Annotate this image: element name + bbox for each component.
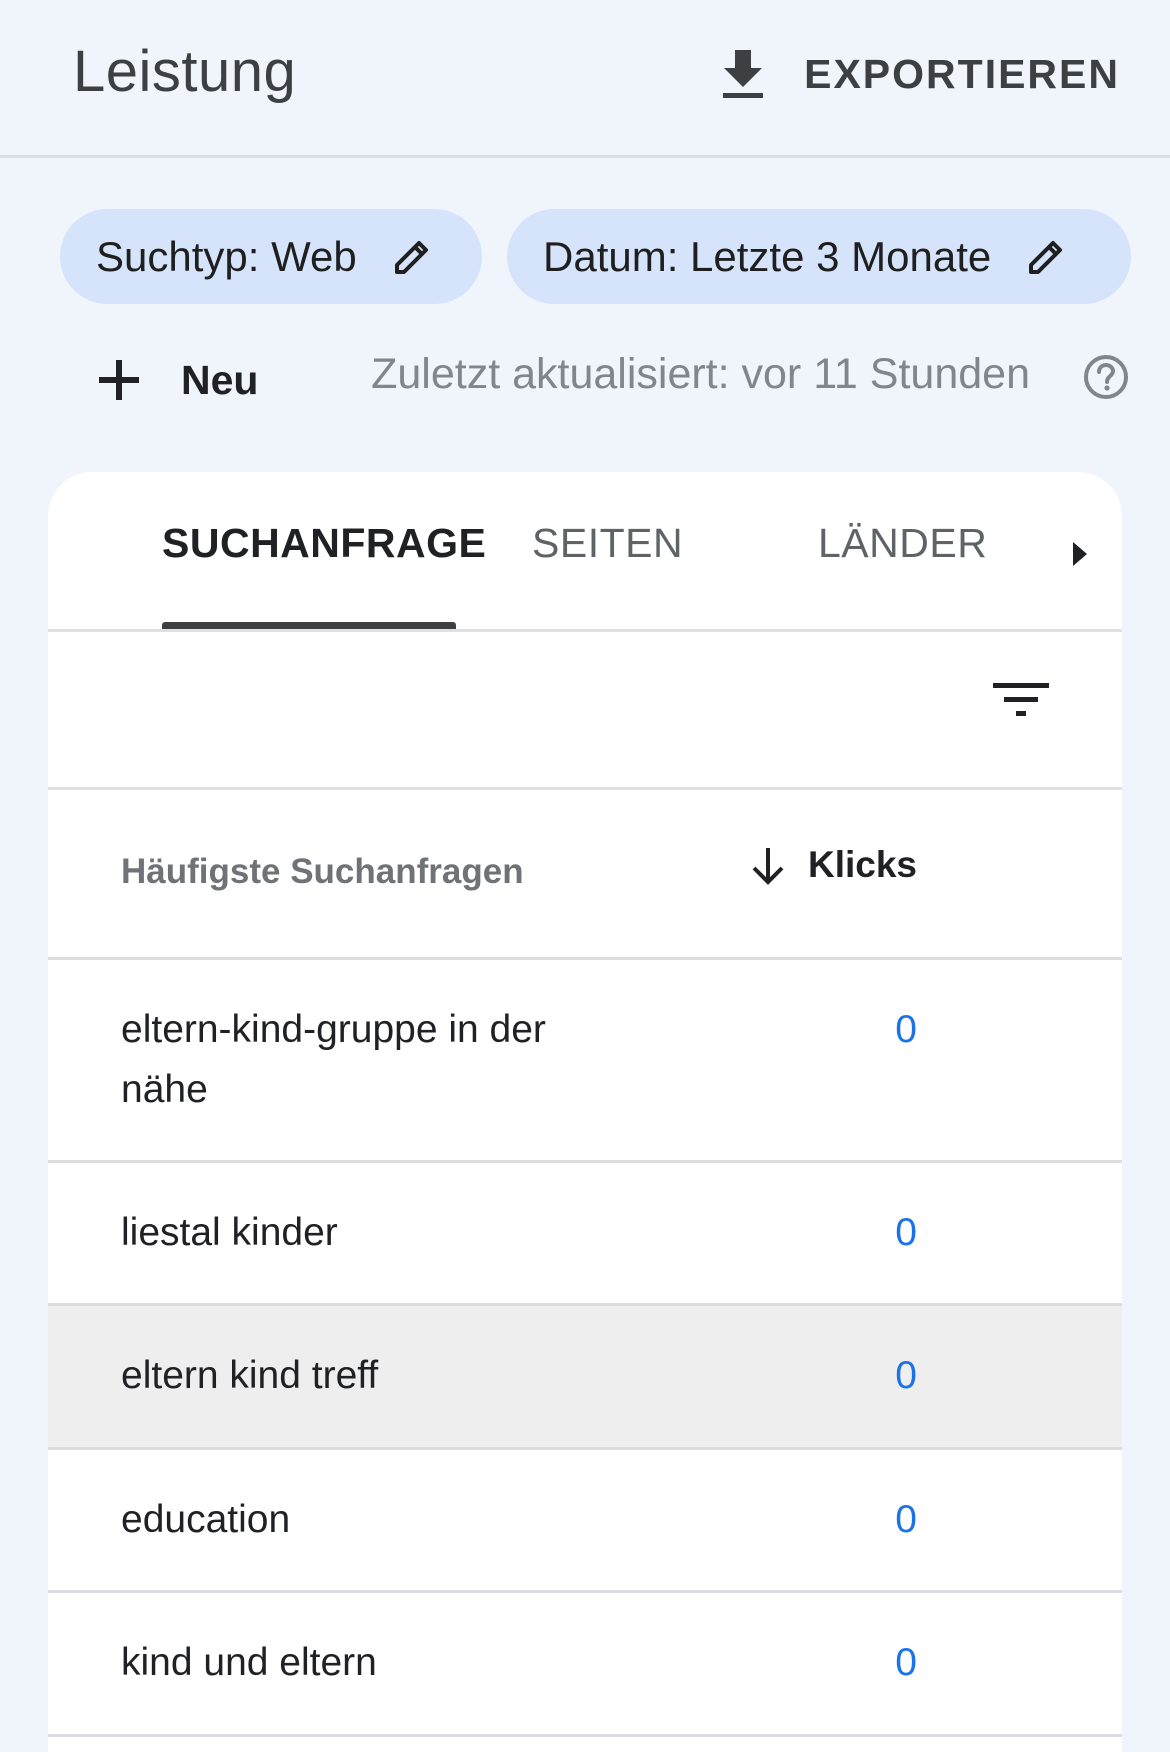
table-row[interactable]: education 0 [48,1450,1122,1593]
query-text: liestal kinder [121,1211,338,1254]
table-row[interactable]: kind und eltern 0 [48,1593,1122,1737]
page-title: Leistung [73,39,297,104]
last-updated-text: Zuletzt aktualisiert: vor 11 Stunden [371,350,1030,398]
clicks-value: 0 [895,1641,917,1684]
new-label: Neu [181,356,259,403]
query-text: eltern kind treff [121,1354,379,1397]
date-chip[interactable]: Datum: Letzte 3 Monate [507,209,1131,304]
top-app-bar: Leistung EXPORTIEREN [0,0,1170,158]
search-type-chip[interactable]: Suchtyp: Web [60,209,482,304]
tab-pages[interactable]: SEITEN [532,520,683,567]
filter-icon[interactable] [991,677,1051,727]
help-circle-icon[interactable] [1082,353,1130,401]
queries-column-header: Häufigste Suchanfragen [121,852,524,891]
pencil-icon [1025,236,1067,278]
table-row[interactable]: eltern-kind-gruppe in der nähe 0 [48,960,1122,1163]
arrow-down-icon [748,842,788,888]
tab-countries[interactable]: LÄNDER [818,520,987,567]
export-button[interactable]: EXPORTIEREN [718,42,1120,106]
query-text: eltern-kind-gruppe in der nähe [121,1008,546,1111]
table-header: Häufigste Suchanfragen Klicks [48,790,1122,960]
table-row[interactable]: liestal kinder 0 [48,1163,1122,1306]
clicks-value: 0 [895,1498,917,1541]
query-text: kind und eltern [121,1641,377,1684]
tab-bar: SUCHANFRAGE SEITEN LÄNDER [48,472,1122,632]
chevron-right-icon[interactable] [1065,529,1095,579]
tab-queries[interactable]: SUCHANFRAGE [162,520,486,567]
clicks-value: 0 [895,1211,917,1254]
download-icon [718,46,768,102]
table-row[interactable]: eltern kind treff 0 [48,1306,1122,1450]
date-label: Datum: Letzte 3 Monate [543,232,992,280]
clicks-label: Klicks [807,844,917,885]
clicks-value: 0 [895,1008,917,1051]
clicks-column-header[interactable]: Klicks [748,842,917,888]
search-type-label: Suchtyp: Web [96,232,357,280]
filter-bar [48,632,1122,790]
new-filter-button[interactable]: Neu [95,345,258,415]
export-label: EXPORTIEREN [804,50,1120,97]
results-card: SUCHANFRAGE SEITEN LÄNDER Häufigste Such… [48,472,1122,1752]
query-text: education [121,1498,291,1541]
pencil-icon [391,236,433,278]
clicks-value: 0 [895,1354,917,1397]
plus-icon [95,356,143,404]
active-tab-indicator [162,622,456,629]
